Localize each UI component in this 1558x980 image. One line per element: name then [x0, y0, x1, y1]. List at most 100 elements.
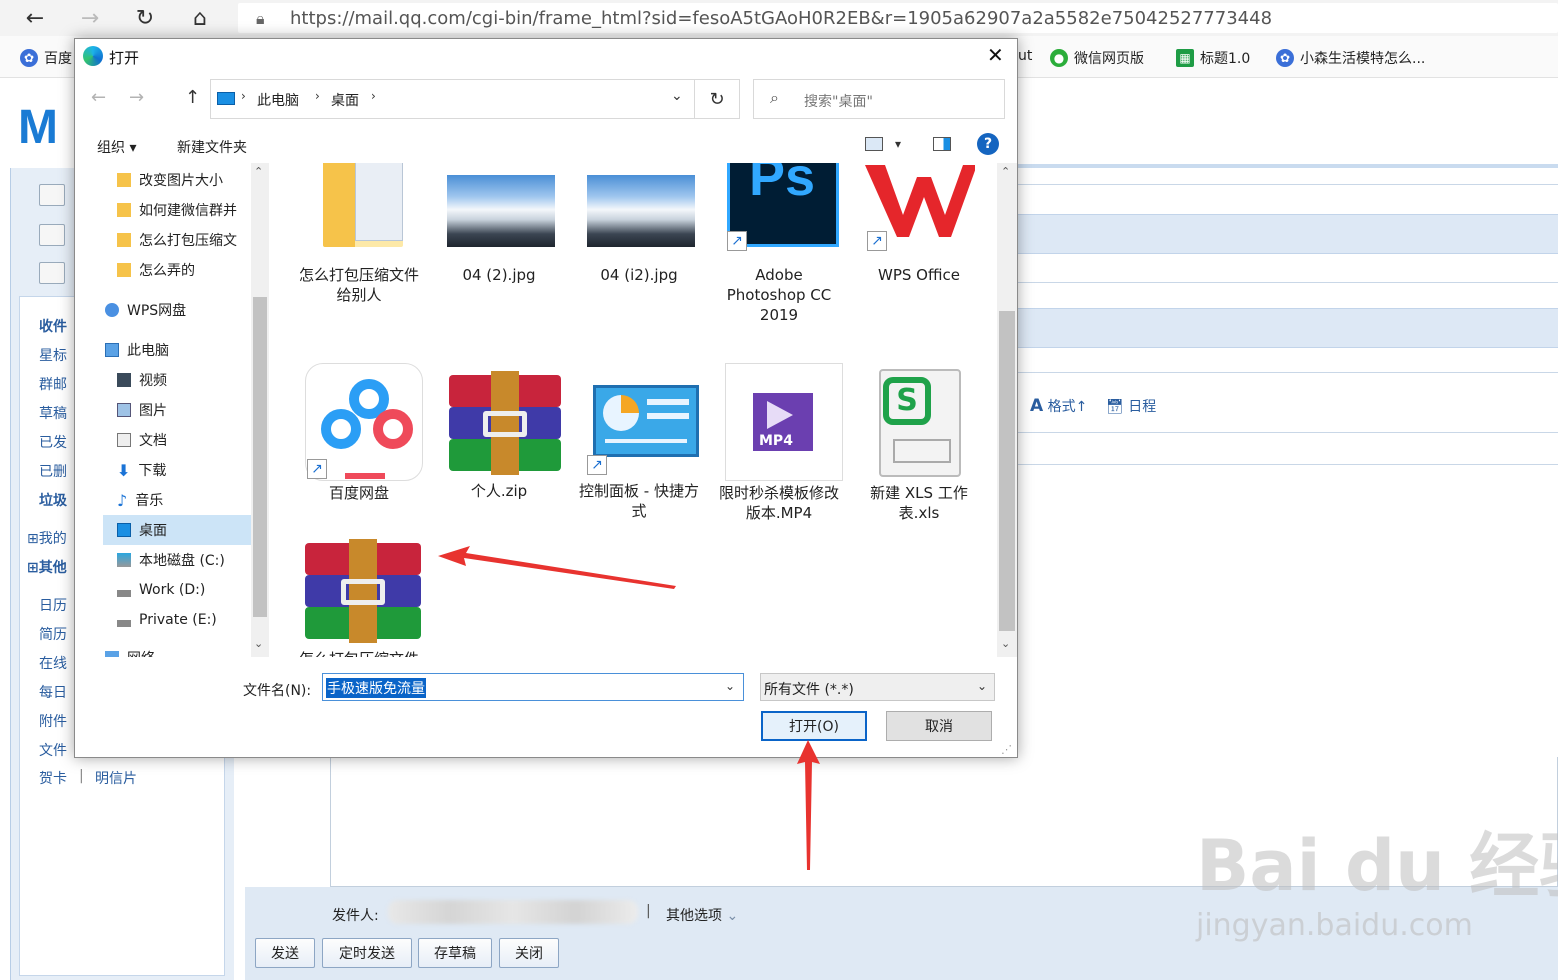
- back-icon[interactable]: ←: [20, 4, 50, 32]
- back-icon[interactable]: ←: [91, 87, 106, 108]
- baidu-netdisk-icon: ↗: [303, 363, 423, 481]
- sidebar-item-mine[interactable]: ⊞我的: [27, 528, 67, 548]
- tree-item-desktop[interactable]: 桌面: [103, 515, 251, 545]
- tree-item-drive-e[interactable]: Private (E:): [117, 605, 217, 635]
- chevron-down-icon[interactable]: ⌄: [671, 88, 683, 104]
- tree-item-folder[interactable]: 怎么打包压缩文: [117, 225, 237, 255]
- file-type-select[interactable]: 所有文件 (*.*) ⌄: [760, 673, 995, 701]
- tree-scrollbar-thumb[interactable]: [253, 297, 267, 617]
- refresh-icon[interactable]: ↻: [695, 79, 740, 119]
- file-item-wps-office[interactable]: ↗ WPS Office: [857, 163, 981, 285]
- sidebar-item-postcard[interactable]: 明信片: [95, 768, 137, 788]
- file-item-image[interactable]: 04 (i2).jpg: [577, 163, 701, 285]
- dialog-close-button[interactable]: ✕: [987, 43, 1004, 67]
- tree-item-drive-c[interactable]: 本地磁盘 (C:): [117, 545, 225, 575]
- tree-item-drive-d[interactable]: Work (D:): [117, 575, 205, 605]
- tree-item-videos[interactable]: 视频: [117, 365, 167, 395]
- sidebar-item-drafts[interactable]: 草稿: [39, 403, 67, 423]
- address-bar[interactable]: 🔒︎ https://mail.qq.com/cgi-bin/frame_htm…: [238, 3, 1558, 33]
- url-text[interactable]: https://mail.qq.com/cgi-bin/frame_html?s…: [290, 8, 1272, 29]
- schedule-button[interactable]: 📅︎ 日程: [1106, 396, 1156, 416]
- format-button[interactable]: A 格式↑: [1030, 396, 1087, 416]
- tree-item-folder[interactable]: 如何建微信群并: [117, 195, 237, 225]
- tree-item-wps-cloud[interactable]: WPS网盘: [105, 295, 186, 325]
- help-icon[interactable]: ?: [977, 133, 999, 155]
- bookmark-ut[interactable]: ut: [1018, 48, 1032, 64]
- sidebar-item-calendar[interactable]: 日历: [39, 595, 67, 615]
- sidebar-item-deleted[interactable]: 已删: [39, 461, 67, 481]
- chevron-down-icon[interactable]: ▾: [895, 137, 901, 151]
- organize-menu[interactable]: 组织 ▾: [97, 137, 136, 157]
- sidebar-item-files[interactable]: 文件: [39, 740, 67, 760]
- breadcrumb-desktop[interactable]: 桌面: [331, 90, 359, 110]
- network-icon: [105, 651, 119, 657]
- tree-item-documents[interactable]: 文档: [117, 425, 167, 455]
- up-icon[interactable]: ↑: [185, 87, 200, 108]
- inbox-icon[interactable]: [39, 224, 65, 246]
- chevron-down-icon[interactable]: ⌄: [1001, 637, 1010, 650]
- file-list-scrollbar-thumb[interactable]: [999, 311, 1015, 631]
- command-bar: 组织 ▾ 新建文件夹 ▾ ?: [75, 127, 1017, 163]
- close-button[interactable]: 关闭: [499, 938, 559, 968]
- file-item-baidu-netdisk[interactable]: ↗ 百度网盘: [297, 363, 423, 503]
- sidebar-item-starred[interactable]: 星标: [39, 345, 67, 365]
- file-item-control-panel[interactable]: ↗ 控制面板 - 快捷方式: [577, 371, 701, 521]
- sidebar-item-spam[interactable]: 垃圾: [39, 490, 67, 510]
- send-button[interactable]: 发送: [255, 938, 315, 968]
- save-draft-button[interactable]: 存草稿: [418, 938, 492, 968]
- tree-item-music[interactable]: ♪ 音乐: [117, 485, 163, 515]
- tree-item-folder[interactable]: 怎么弄的: [117, 255, 195, 285]
- sender-value-blurred[interactable]: [388, 900, 638, 924]
- search-box[interactable]: ⌕ 搜索"桌面": [753, 79, 1005, 119]
- sidebar-item-online[interactable]: 在线: [39, 653, 67, 673]
- sidebar-item-resume[interactable]: 简历: [39, 624, 67, 644]
- refresh-icon[interactable]: ↻: [130, 4, 160, 32]
- tree-item-this-pc[interactable]: 此电脑: [105, 335, 169, 365]
- chevron-down-icon[interactable]: ⌄: [254, 637, 263, 650]
- forward-icon[interactable]: →: [129, 87, 144, 108]
- file-item-rar[interactable]: 怎么打包压缩文件给别人.rar: [297, 539, 421, 657]
- tree-item-folder[interactable]: 改变图片大小: [117, 165, 223, 195]
- preview-pane-icon[interactable]: [933, 137, 951, 151]
- bookmark-wechat[interactable]: ● 微信网页版: [1050, 48, 1144, 68]
- chevron-down-icon[interactable]: ⌄: [725, 679, 735, 693]
- sidebar-item-inbox[interactable]: 收件: [39, 316, 67, 336]
- path-bar[interactable]: › 此电脑 › 桌面 › ⌄: [210, 79, 695, 119]
- breadcrumb-this-pc[interactable]: 此电脑: [257, 90, 299, 110]
- new-folder-button[interactable]: 新建文件夹: [177, 137, 247, 157]
- tree-item-network[interactable]: 网络: [105, 643, 155, 657]
- chevron-up-icon[interactable]: ⌃: [254, 165, 263, 178]
- bookmark-baidu[interactable]: ✿ 百度: [20, 48, 72, 68]
- filename-input[interactable]: 手极速版免流量 ⌄: [322, 673, 744, 701]
- chevron-up-icon[interactable]: ⌃: [1001, 165, 1010, 178]
- file-item-folder[interactable]: 怎么打包压缩文件给别人: [297, 163, 421, 305]
- resize-grip-icon[interactable]: ⋰: [1001, 743, 1012, 756]
- chevron-down-icon: ⌄: [726, 908, 739, 924]
- view-icon[interactable]: [865, 137, 883, 151]
- file-item-image[interactable]: 04 (2).jpg: [437, 163, 561, 285]
- file-item-zip[interactable]: 个人.zip: [437, 371, 561, 501]
- sidebar-item-attachments[interactable]: 附件: [39, 711, 67, 731]
- file-item-mp4[interactable]: MP4 限时秒杀模板修改版本.MP4: [717, 363, 843, 523]
- sidebar-item-cards[interactable]: 贺卡: [39, 768, 67, 788]
- bookmark-xiaosen[interactable]: ✿ 小森生活模特怎么...: [1276, 48, 1425, 68]
- bookmark-title[interactable]: ▦ 标题1.0: [1176, 48, 1250, 68]
- more-options-link[interactable]: 其他选项 ⌄: [666, 905, 738, 925]
- home-icon[interactable]: ⌂: [185, 4, 215, 32]
- tree-item-downloads[interactable]: ⬇ 下载: [117, 455, 166, 485]
- contacts-icon[interactable]: [39, 262, 65, 284]
- file-item-photoshop[interactable]: Ps ↗ Adobe Photoshop CC 2019: [717, 163, 841, 325]
- tree-item-pictures[interactable]: 图片: [117, 395, 167, 425]
- cancel-button[interactable]: 取消: [886, 711, 992, 741]
- write-icon[interactable]: [39, 184, 65, 206]
- compose-divider: [1018, 464, 1558, 465]
- file-item-xls[interactable]: S 新建 XLS 工作表.xls: [857, 363, 981, 523]
- sidebar-item-other[interactable]: ⊞其他: [27, 557, 67, 577]
- shortcut-arrow-icon: ↗: [307, 459, 327, 479]
- open-button[interactable]: 打开(O): [761, 711, 867, 741]
- forward-icon[interactable]: →: [75, 4, 105, 32]
- sidebar-item-group[interactable]: 群邮: [39, 374, 67, 394]
- timed-send-button[interactable]: 定时发送: [322, 938, 412, 968]
- sidebar-item-sent[interactable]: 已发: [39, 432, 67, 452]
- sidebar-item-daily[interactable]: 每日: [39, 682, 67, 702]
